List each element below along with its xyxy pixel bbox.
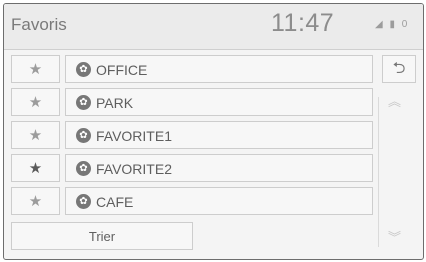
list-item: ★ ✿ CAFE: [11, 187, 373, 215]
favorite-place-icon: ✿: [76, 161, 91, 176]
info-icon: 0: [401, 19, 408, 30]
status-icons: ◢ ▮ 0: [375, 19, 411, 30]
star-icon[interactable]: ★: [11, 88, 60, 116]
favorite-item-button[interactable]: ✿ FAVORITE1: [65, 121, 373, 149]
favorite-item-label: PARK: [96, 95, 134, 111]
scroll-up-icon[interactable]: ︽: [388, 91, 401, 110]
list-item: ★ ✿ FAVORITE1: [11, 121, 373, 149]
scroll-down-icon[interactable]: ︾: [388, 227, 401, 246]
list-item: ★ ✿ OFFICE: [11, 55, 373, 83]
favorite-item-button[interactable]: ✿ PARK: [65, 88, 373, 116]
favorite-item-label: CAFE: [96, 194, 134, 210]
favorite-item-button[interactable]: ✿ FAVORITE2: [65, 154, 373, 182]
favorite-item-button[interactable]: ✿ OFFICE: [65, 55, 373, 83]
page-title: Favoris: [11, 15, 67, 34]
favorite-item-label: OFFICE: [96, 62, 148, 78]
scroll-track-line: [378, 97, 379, 247]
star-icon[interactable]: ★: [11, 154, 60, 182]
favorite-place-icon: ✿: [76, 194, 91, 209]
favorite-place-icon: ✿: [76, 128, 91, 143]
clock: 11:47: [271, 9, 335, 37]
battery-icon: ▮: [389, 19, 395, 30]
back-icon[interactable]: ⮌: [382, 55, 416, 83]
favorite-item-label: FAVORITE1: [96, 128, 172, 144]
favorite-place-icon: ✿: [76, 62, 91, 77]
scrollbar: ︽ ︾: [378, 87, 418, 253]
favorite-item-label: FAVORITE2: [96, 161, 172, 177]
star-icon[interactable]: ★: [11, 121, 60, 149]
star-icon[interactable]: ★: [11, 55, 60, 83]
favorite-item-button[interactable]: ✿ CAFE: [65, 187, 373, 215]
header-bar: Favoris 11:47 ◢ ▮ 0: [4, 4, 423, 50]
list-item: ★ ✿ FAVORITE2: [11, 154, 373, 182]
star-icon[interactable]: ★: [11, 187, 60, 215]
sort-button[interactable]: Trier: [11, 222, 193, 250]
signal-icon: ◢: [375, 19, 383, 30]
list-item: ★ ✿ PARK: [11, 88, 373, 116]
favorite-place-icon: ✿: [76, 95, 91, 110]
